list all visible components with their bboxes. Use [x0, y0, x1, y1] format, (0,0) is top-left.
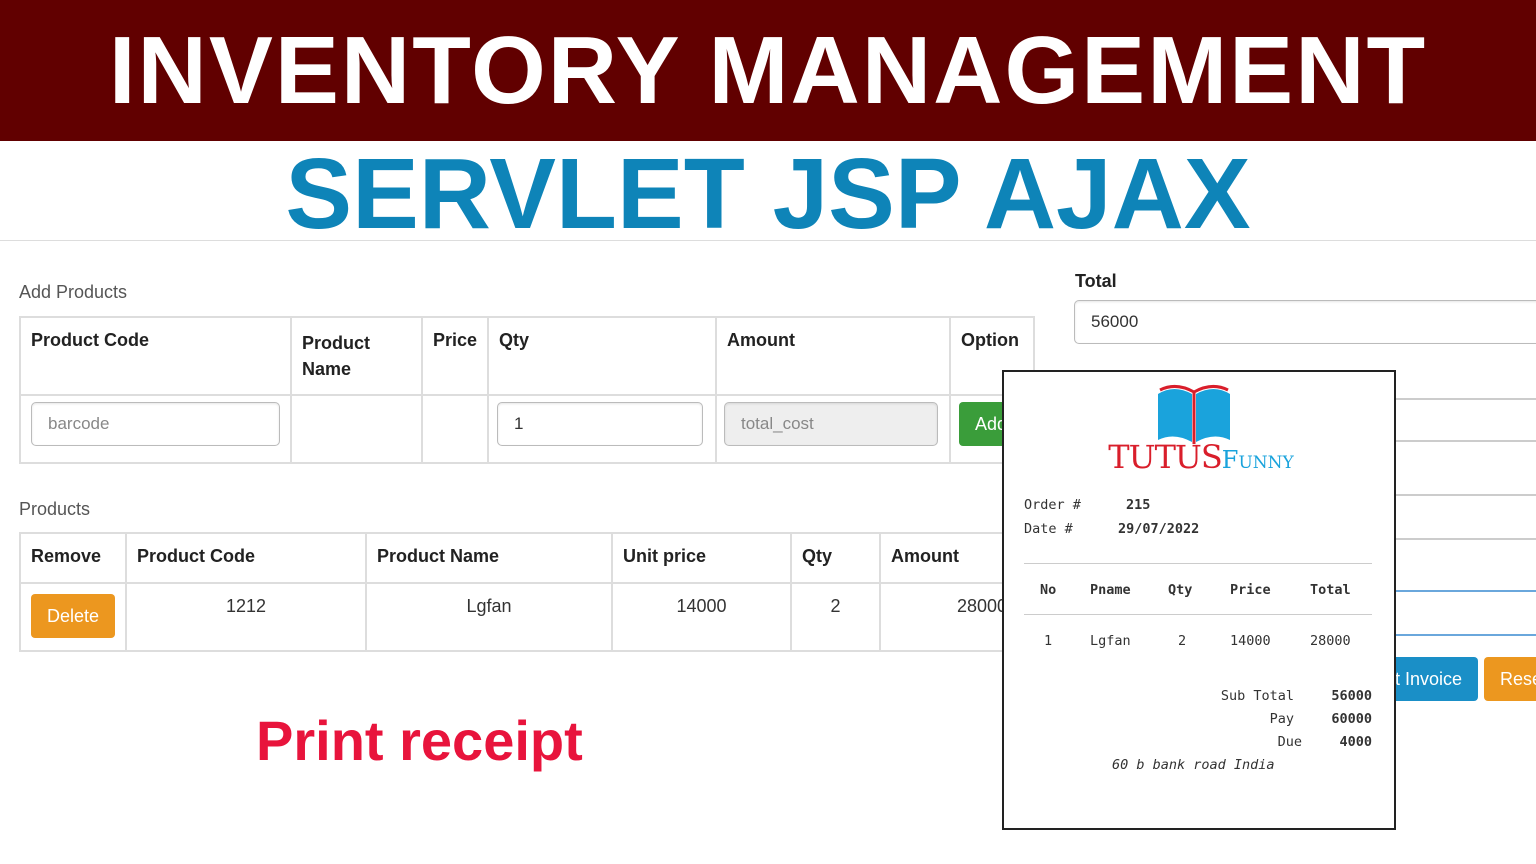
banner-subtitle: SERVLET JSP AJAX — [0, 141, 1536, 247]
table-row: 1212 Lgfan 14000 2 28000 — [19, 582, 1019, 652]
field-box[interactable] — [1396, 494, 1536, 540]
store-address: 60 b bank road India — [1112, 757, 1275, 773]
col-unit-price: Unit price — [611, 532, 792, 584]
rcol-qty: Qty — [1168, 582, 1193, 598]
rcell-qty: 2 — [1178, 633, 1187, 649]
field-box[interactable] — [1396, 398, 1536, 442]
delete-button[interactable]: Delete — [31, 594, 116, 638]
col-amount: Amount — [715, 316, 952, 396]
barcode-input[interactable]: barcode — [31, 402, 280, 446]
pay-label: Pay — [1269, 711, 1294, 727]
due-label: Due — [1277, 734, 1302, 750]
col-remove: Remove — [19, 532, 127, 584]
reset-button[interactable]: Reset — [1484, 657, 1536, 701]
products-heading: Products — [19, 499, 91, 519]
col-product-name: Product Name — [290, 316, 423, 396]
col-product-code: Product Code — [19, 316, 292, 396]
logo-text: TUTUSFunny — [1108, 438, 1294, 476]
book-logo-icon — [1158, 385, 1230, 444]
print-receipt-caption: Print receipt — [256, 709, 583, 772]
col-amount: Amount — [879, 532, 1019, 584]
order-number: 215 — [1126, 497, 1151, 513]
cell-code: 1212 — [125, 582, 367, 652]
total-label: Total — [1075, 271, 1117, 291]
amount-input: total_cost — [724, 402, 938, 446]
col-product-name: Product Name — [365, 532, 613, 584]
rcol-no: No — [1040, 582, 1057, 598]
subtotal-label: Sub Total — [1220, 688, 1294, 704]
add-products-heading: Add Products — [19, 282, 128, 302]
order-date: 29/07/2022 — [1118, 521, 1200, 537]
rcell-total: 28000 — [1310, 633, 1351, 649]
receipt-popup: TUTUSFunny Order # 215 Date # 29/07/2022… — [1002, 370, 1396, 830]
rcell-price: 14000 — [1230, 633, 1271, 649]
subtotal-value: 56000 — [1331, 688, 1372, 704]
rcol-price: Price — [1230, 582, 1271, 598]
cell-amount: 28000 — [879, 582, 1019, 652]
due-value: 4000 — [1339, 734, 1372, 750]
col-qty: Qty — [487, 316, 718, 396]
col-product-code: Product Code — [125, 532, 367, 584]
cell-price: 14000 — [611, 582, 792, 652]
rcell-no: 1 — [1044, 633, 1053, 649]
focused-input[interactable] — [1396, 590, 1536, 636]
col-price: Price — [420, 316, 490, 396]
products-table: Remove Product Code Product Name Unit pr… — [19, 532, 1019, 652]
total-input[interactable]: 56000 — [1074, 300, 1536, 344]
pay-value: 60000 — [1331, 711, 1372, 727]
date-label: Date # — [1024, 521, 1073, 537]
cell-name: Lgfan — [365, 582, 613, 652]
banner-title: INVENTORY MANAGEMENT — [0, 0, 1536, 141]
order-label: Order # — [1024, 497, 1081, 513]
col-qty: Qty — [790, 532, 881, 584]
qty-input[interactable]: 1 — [497, 402, 703, 446]
cell-qty: 2 — [790, 582, 881, 652]
rcol-pname: Pname — [1090, 582, 1131, 598]
rcell-pname: Lgfan — [1090, 633, 1131, 649]
rcol-total: Total — [1310, 582, 1351, 598]
